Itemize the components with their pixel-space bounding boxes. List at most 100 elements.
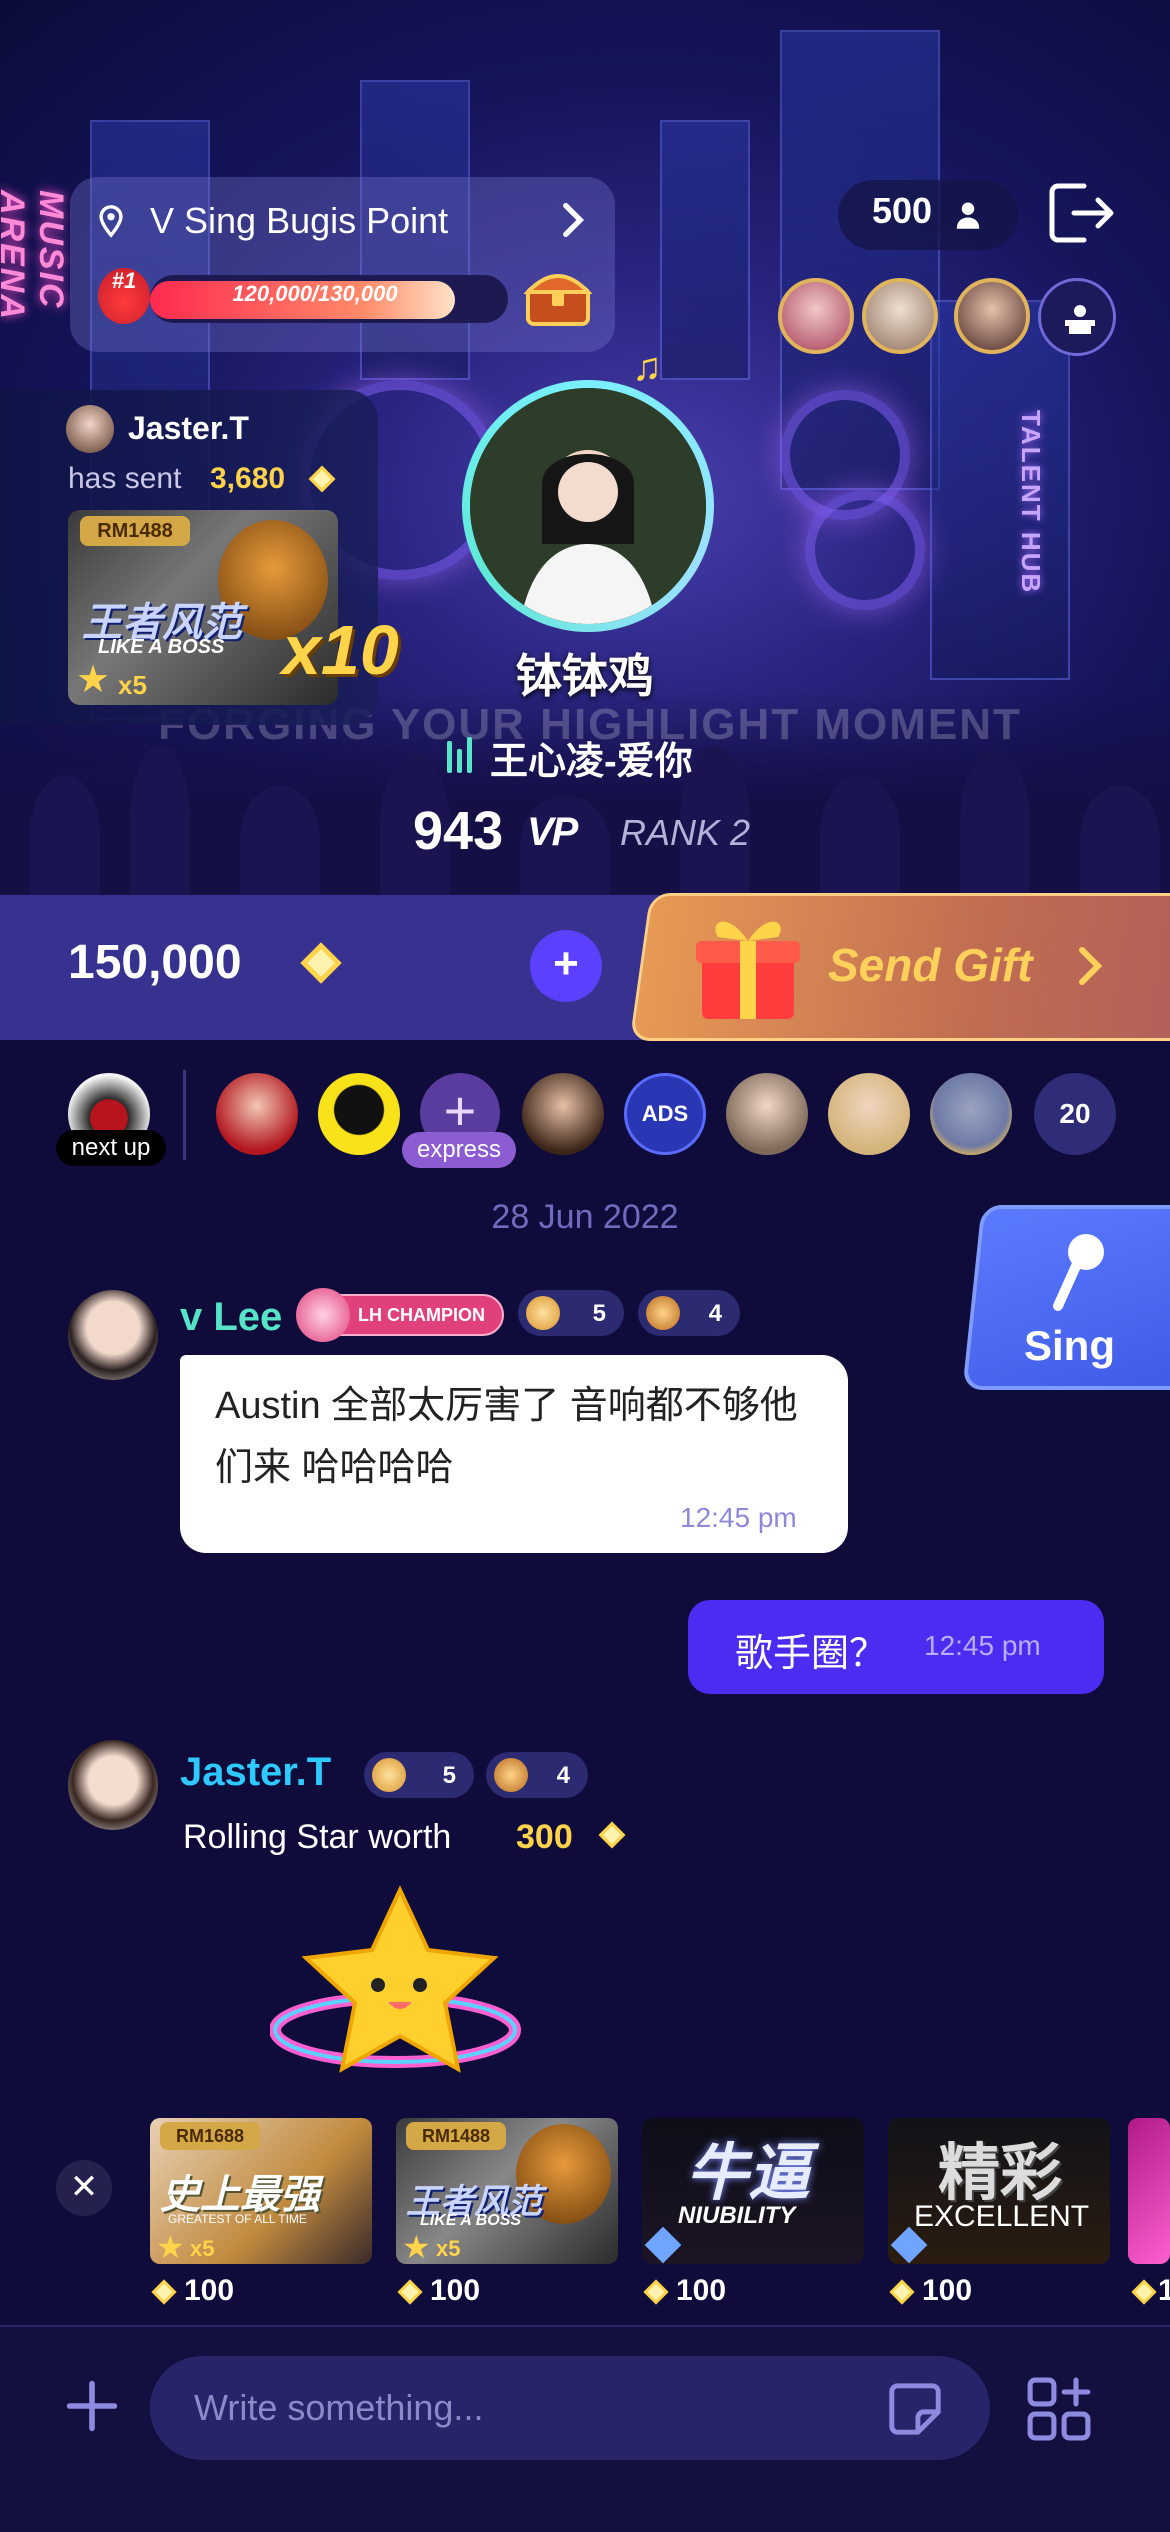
- ranking-podium-button[interactable]: [1038, 278, 1116, 356]
- rank-shield-icon: [494, 1758, 528, 1792]
- ads-button[interactable]: ADS: [624, 1073, 706, 1155]
- gift-worth-tag: RM1488: [80, 516, 190, 546]
- gift-card-title-en: LIKE A BOSS: [98, 636, 225, 658]
- level-badge: 5: [364, 1752, 474, 1798]
- gift-item[interactable]: 牛逼 NIUBILITY: [642, 2118, 864, 2264]
- gift-title-en: EXCELLENT: [914, 2200, 1090, 2233]
- top-viewer-avatar[interactable]: [862, 278, 938, 354]
- person-icon: [956, 202, 980, 229]
- apps-grid-icon[interactable]: [1024, 2375, 1094, 2443]
- diamond-icon: [151, 2279, 177, 2305]
- message-time: 12:45 pm: [680, 1502, 797, 1533]
- gift-price: 100: [676, 2274, 727, 2307]
- gift-price: 100: [922, 2274, 973, 2307]
- chevron-right-icon: [1079, 947, 1102, 985]
- level-medal-icon: [372, 1758, 406, 1792]
- star-icon: ★: [156, 2229, 185, 2264]
- gift-title-cn: 精彩: [938, 2139, 1063, 2208]
- diamond-icon: [300, 942, 342, 984]
- champion-badge: LH CHAMPION: [296, 1288, 506, 1342]
- gift-worth-tag: RM1488: [406, 2122, 506, 2150]
- level-medal-icon: [526, 1296, 560, 1330]
- message-time: 12:45 pm: [924, 1630, 1041, 1661]
- location-pin-icon: [99, 205, 123, 238]
- rank-badge: 4: [486, 1752, 588, 1798]
- host-silhouette: [470, 388, 706, 624]
- rank-shield-icon: [646, 1296, 680, 1330]
- gift-message-amount: 300: [516, 1818, 573, 1856]
- gift-stars: x5: [436, 2236, 461, 2261]
- next-up-label: next up: [56, 1130, 166, 1166]
- gift-item[interactable]: RM1688 史上最强 GREATEST OF ALL TIME ★ x5: [150, 2118, 372, 2264]
- express-label[interactable]: express: [402, 1132, 516, 1168]
- exit-room-icon[interactable]: [1044, 180, 1116, 246]
- sender-avatar[interactable]: [68, 1740, 158, 1830]
- plus-icon[interactable]: [64, 2378, 120, 2434]
- top-viewer-avatar[interactable]: [954, 278, 1030, 354]
- gift-item[interactable]: RM1488 王者风范 LIKE A BOSS ★ x5: [396, 2118, 618, 2264]
- gift-price: 100: [430, 2274, 481, 2307]
- sing-label[interactable]: Sing: [1024, 1322, 1115, 1370]
- diamond-icon: [308, 465, 336, 493]
- gift-item[interactable]: [1128, 2118, 1170, 2264]
- host-avatar[interactable]: [462, 380, 714, 632]
- message-text: Austin 全部太厉害了 音响都不够他们来 哈哈哈哈: [215, 1385, 798, 1489]
- diamond-icon: [889, 2279, 915, 2305]
- diamond-icon: [397, 2279, 423, 2305]
- champion-badge-label: LH CHAMPION: [358, 1305, 485, 1325]
- sender-name[interactable]: Jaster.T: [180, 1750, 331, 1795]
- host-photo: [470, 388, 706, 624]
- gift-sender-name: Jaster.T: [128, 410, 249, 446]
- gift-stars: x5: [190, 2236, 215, 2261]
- queue-avatar[interactable]: [726, 1073, 808, 1155]
- queue-divider: [183, 1070, 186, 1160]
- message-text: 歌手圈？: [735, 1633, 888, 1675]
- level-badge: 5: [518, 1290, 624, 1336]
- top-viewer-avatar[interactable]: [778, 278, 854, 354]
- room-name[interactable]: V Sing Bugis Point: [150, 200, 448, 242]
- rank-badge: 4: [638, 1290, 740, 1336]
- queue-count[interactable]: 20: [1034, 1073, 1116, 1155]
- room-progress-text: 120,000/130,000: [232, 281, 398, 306]
- message-input[interactable]: [150, 2356, 990, 2460]
- queue-avatar[interactable]: [828, 1073, 910, 1155]
- current-song: 王心凌-爱你: [490, 741, 693, 783]
- queue-avatar[interactable]: [522, 1073, 604, 1155]
- gift-box-icon: [696, 921, 800, 1019]
- rolling-star-gift-icon: [270, 1885, 521, 2073]
- gift-title-cn: 牛逼: [686, 2139, 811, 2208]
- gift-price: 1: [1158, 2274, 1170, 2307]
- chevron-right-icon[interactable]: [560, 202, 586, 238]
- gift-title-en: LIKE A BOSS: [420, 2212, 522, 2229]
- gift-item[interactable]: 精彩 EXCELLENT: [888, 2118, 1110, 2264]
- treasure-chest-icon[interactable]: [522, 262, 594, 328]
- host-rank: RANK 2: [620, 812, 751, 853]
- queue-avatar[interactable]: [318, 1073, 400, 1155]
- gift-card-stars: x5: [118, 670, 147, 700]
- sender-avatar[interactable]: [68, 1290, 158, 1380]
- sound-wave-icon: [447, 737, 472, 773]
- talent-hub-sign: TALENT HUB: [1016, 410, 1046, 595]
- queue-avatar[interactable]: [216, 1073, 298, 1155]
- sticker-icon[interactable]: [886, 2380, 944, 2438]
- music-arena-sign: MUSIC ARENA: [0, 190, 70, 321]
- diamond-balance: 150,000: [68, 936, 242, 989]
- music-note-icon: ♫: [632, 345, 662, 389]
- vp-score: 943: [413, 801, 504, 861]
- close-tray-button[interactable]: ✕: [56, 2160, 112, 2216]
- topup-button[interactable]: +: [530, 930, 602, 1002]
- microphone-icon: [1053, 1234, 1104, 1311]
- online-count: 500: [872, 190, 933, 231]
- sender-avatar: [66, 405, 114, 453]
- sender-name[interactable]: v Lee: [180, 1295, 282, 1340]
- vp-label: VP: [527, 810, 578, 854]
- rank-flame-badge: #1: [98, 268, 150, 324]
- queue-avatar[interactable]: [930, 1073, 1012, 1155]
- gift-sent-text: has sent: [68, 462, 182, 495]
- gift-title-en: NIUBILITY: [678, 2202, 796, 2229]
- send-gift-label[interactable]: Send Gift: [828, 938, 1032, 992]
- host-name: 钵钵鸡: [516, 650, 654, 702]
- gift-price: 100: [184, 2274, 235, 2307]
- star-icon: ★: [76, 659, 111, 701]
- gift-title-en: GREATEST OF ALL TIME: [168, 2212, 307, 2226]
